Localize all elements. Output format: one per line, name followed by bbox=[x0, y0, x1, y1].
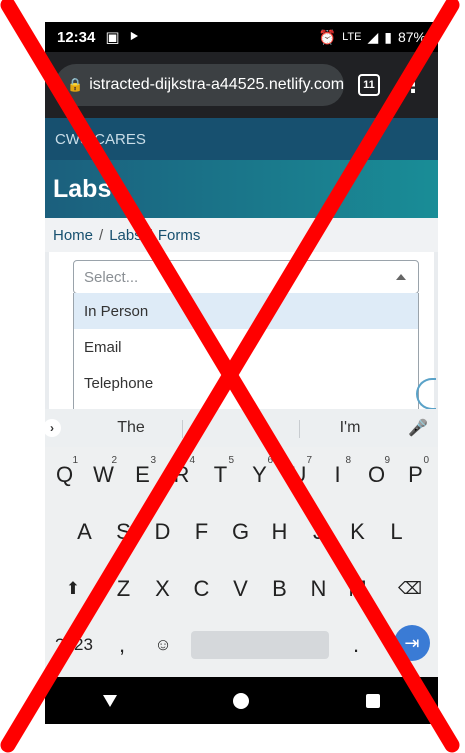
browser-toolbar: 🔒 istracted-dijkstra-a44525.netlify.com … bbox=[45, 52, 438, 118]
expand-icon[interactable]: › bbox=[45, 419, 61, 437]
back-icon[interactable] bbox=[103, 694, 118, 707]
home-icon[interactable] bbox=[233, 692, 250, 709]
microphone-icon[interactable]: 🎤 bbox=[408, 418, 428, 438]
key-l[interactable]: L bbox=[377, 510, 416, 554]
key-k[interactable]: K bbox=[338, 510, 377, 554]
period-key[interactable]: . bbox=[341, 623, 371, 667]
notification-icon: ⯈ bbox=[127, 28, 140, 46]
key-s[interactable]: S bbox=[104, 510, 143, 554]
suggestion-strip: › The I'm 🎤 bbox=[45, 409, 438, 447]
numbers-key[interactable]: ?123 bbox=[49, 623, 99, 667]
lte-label: LTE bbox=[342, 31, 362, 43]
key-m[interactable]: M bbox=[338, 567, 377, 611]
key-a[interactable]: A bbox=[65, 510, 104, 554]
key-o[interactable]: O9 bbox=[357, 453, 396, 497]
key-t[interactable]: T5 bbox=[201, 453, 240, 497]
emoji-icon[interactable]: ☺ bbox=[143, 623, 183, 667]
select-placeholder: Select... bbox=[84, 268, 139, 286]
contact-method-select[interactable]: Select... bbox=[73, 260, 419, 294]
breadcrumb: Home / Labs / Forms bbox=[45, 218, 438, 252]
key-u[interactable]: U7 bbox=[279, 453, 318, 497]
space-bar[interactable] bbox=[191, 631, 329, 659]
partial-round-button bbox=[416, 378, 436, 410]
breadcrumb-separator: / bbox=[99, 226, 104, 244]
phone-screen: 12:34 ▣ ⯈ ⏰ LTE ◢ ▮ 87% 🔒 istracted-dijk… bbox=[45, 22, 438, 724]
option-email[interactable]: Email bbox=[74, 329, 418, 365]
key-i[interactable]: I8 bbox=[318, 453, 357, 497]
on-screen-keyboard: › The I'm 🎤 Q1 W2 E3 R4 T5 Y6 U7 I8 O9 P… bbox=[45, 409, 438, 677]
key-j[interactable]: J bbox=[299, 510, 338, 554]
suggestion-3[interactable]: I'm bbox=[320, 419, 380, 437]
tabs-button[interactable]: 11 bbox=[358, 74, 380, 96]
backspace-icon[interactable]: ⌫ bbox=[385, 567, 435, 611]
key-x[interactable]: X bbox=[143, 567, 182, 611]
key-v[interactable]: V bbox=[221, 567, 260, 611]
breadcrumb-forms[interactable]: Forms bbox=[158, 227, 201, 244]
key-g[interactable]: G bbox=[221, 510, 260, 554]
key-c[interactable]: C bbox=[182, 567, 221, 611]
address-bar[interactable]: 🔒 istracted-dijkstra-a44525.netlify.com bbox=[55, 64, 344, 106]
key-row-1: Q1 W2 E3 R4 T5 Y6 U7 I8 O9 P0 bbox=[45, 453, 438, 501]
alarm-icon: ⏰ bbox=[318, 28, 337, 45]
comma-key[interactable]: , bbox=[107, 623, 137, 667]
key-h[interactable]: H bbox=[260, 510, 299, 554]
chevron-up-icon bbox=[396, 274, 406, 280]
form-area: Select... In Person Email Telephone Othe… bbox=[45, 252, 438, 432]
system-nav-bar bbox=[45, 677, 438, 724]
divider bbox=[299, 420, 300, 438]
key-row-4: ?123 , ☺ . ⇥ bbox=[45, 623, 438, 671]
url-text: istracted-dijkstra-a44525.netlify.com bbox=[89, 76, 344, 93]
status-bar: 12:34 ▣ ⯈ ⏰ LTE ◢ ▮ 87% bbox=[45, 22, 438, 52]
key-q[interactable]: Q1 bbox=[45, 453, 84, 497]
key-w[interactable]: W2 bbox=[84, 453, 123, 497]
breadcrumb-separator: / bbox=[147, 226, 152, 244]
suggestion-1[interactable]: The bbox=[101, 419, 161, 437]
key-z[interactable]: Z bbox=[104, 567, 143, 611]
key-row-2: A S D F G H J K L bbox=[45, 510, 438, 558]
breadcrumb-labs[interactable]: Labs bbox=[109, 227, 142, 244]
key-e[interactable]: E3 bbox=[123, 453, 162, 497]
key-r[interactable]: R4 bbox=[162, 453, 201, 497]
signal-icon: ◢ bbox=[367, 28, 379, 45]
option-in-person[interactable]: In Person bbox=[74, 293, 418, 329]
key-n[interactable]: N bbox=[299, 567, 338, 611]
site-brand[interactable]: CWS CARES bbox=[45, 118, 438, 160]
shift-icon[interactable]: ⬆ bbox=[45, 567, 101, 611]
key-p[interactable]: P0 bbox=[396, 453, 435, 497]
lock-icon: 🔒 bbox=[67, 77, 84, 92]
overflow-menu-icon[interactable]: ⋮ bbox=[402, 74, 424, 96]
option-telephone[interactable]: Telephone bbox=[74, 365, 418, 401]
battery-icon: ▮ bbox=[384, 28, 392, 45]
status-time: 12:34 bbox=[57, 28, 96, 46]
gallery-icon: ▣ bbox=[105, 29, 120, 46]
key-row-3: ⬆ Z X C V B N M ⌫ bbox=[45, 567, 438, 615]
breadcrumb-home[interactable]: Home bbox=[53, 227, 93, 244]
battery-percent: 87% bbox=[397, 29, 426, 45]
go-icon[interactable]: ⇥ bbox=[394, 625, 430, 661]
key-b[interactable]: B bbox=[260, 567, 299, 611]
recents-icon[interactable] bbox=[365, 693, 380, 708]
page-title: Labs bbox=[45, 160, 438, 218]
key-f[interactable]: F bbox=[182, 510, 221, 554]
key-d[interactable]: D bbox=[143, 510, 182, 554]
divider bbox=[182, 420, 183, 438]
key-y[interactable]: Y6 bbox=[240, 453, 279, 497]
